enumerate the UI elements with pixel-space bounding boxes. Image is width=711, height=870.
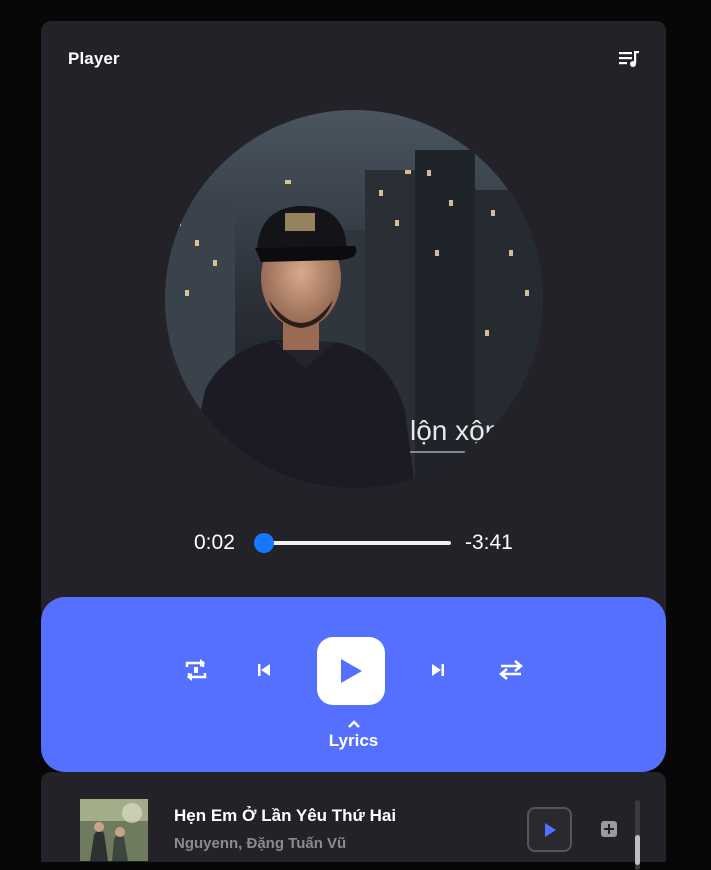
queue-panel: Hẹn Em Ở Lần Yêu Thứ Hai Nguyenn, Đặng T… <box>41 772 666 870</box>
player-title: Player <box>68 49 120 68</box>
player-card: Player lộn xộn 0:02 -3:41 <box>41 21 666 621</box>
progress-slider[interactable] <box>253 533 451 553</box>
play-icon <box>341 659 362 683</box>
album-art: lộn xộn <box>165 110 543 488</box>
album-art-text: lộn xộn <box>410 415 500 446</box>
queue-music-icon[interactable] <box>618 48 640 70</box>
song-artist: Nguyenn, Đặng Tuấn Vũ <box>174 835 347 852</box>
lyrics-toggle[interactable]: Lyrics <box>41 719 666 751</box>
lyrics-label: Lyrics <box>328 731 379 750</box>
repeat-icon[interactable] <box>181 655 211 685</box>
song-title: Hẹn Em Ở Lần Yêu Thứ Hai <box>174 806 397 825</box>
progress-thumb[interactable] <box>253 533 274 553</box>
remaining-time: -3:41 <box>465 531 513 554</box>
queue-scrollbar[interactable] <box>635 800 640 870</box>
queue-scrollbar-thumb[interactable] <box>635 835 640 865</box>
play-button[interactable] <box>317 637 385 705</box>
skip-previous-icon[interactable] <box>253 659 275 681</box>
row-play-button[interactable] <box>527 807 572 852</box>
chevron-up-icon <box>347 720 360 728</box>
add-to-queue-icon[interactable] <box>600 820 618 838</box>
song-thumbnail[interactable] <box>80 799 148 861</box>
shuffle-icon[interactable] <box>496 655 526 685</box>
current-time: 0:02 <box>194 531 235 554</box>
playback-controls: Lyrics <box>41 597 666 772</box>
play-icon <box>544 822 556 837</box>
skip-next-icon[interactable] <box>427 659 449 681</box>
